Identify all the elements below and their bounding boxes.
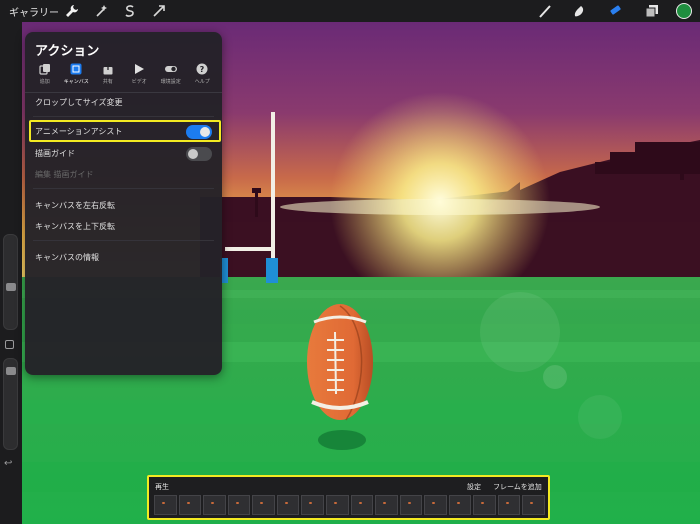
- timeline-frame[interactable]: [276, 495, 300, 515]
- toggle-knob: [188, 149, 198, 159]
- timeline-frame[interactable]: [473, 495, 496, 515]
- tab-share-label: 共有: [102, 79, 113, 85]
- drawing-guide-item: 描画ガイド: [25, 144, 222, 164]
- eraser-icon[interactable]: [606, 2, 624, 20]
- eyedropper-square-icon[interactable]: [5, 340, 14, 349]
- canvas-info-label: キャンバスの情報: [35, 253, 99, 262]
- divider: [33, 240, 214, 241]
- timeline-frame[interactable]: [350, 495, 374, 515]
- tab-help-label: ヘルプ: [194, 79, 210, 85]
- color-swatch-button[interactable]: [676, 3, 692, 19]
- timeline-frame[interactable]: [227, 495, 251, 515]
- tab-video-label: ビデオ: [131, 79, 147, 85]
- tab-canvas-label: キャンバス: [63, 79, 89, 85]
- share-icon: [101, 62, 115, 76]
- timeline-frame[interactable]: [424, 495, 447, 515]
- divider: [33, 116, 214, 117]
- opacity-slider-knob[interactable]: [6, 367, 16, 375]
- edit-drawing-guide-label: 編集 描画ガイド: [35, 170, 94, 179]
- timeline-frame[interactable]: [522, 495, 545, 515]
- crop-resize-label: クロップしてサイズ変更: [35, 98, 123, 107]
- video-play-icon: [132, 62, 146, 76]
- timeline-frame[interactable]: [154, 495, 177, 515]
- timeline-frame[interactable]: [448, 495, 472, 515]
- top-toolbar: ギャラリー: [0, 0, 700, 22]
- actions-panel: アクション 追加 キャンバス 共有 ビデオ 環境設定 ? ヘルプ クロップしてサ…: [25, 32, 222, 375]
- flip-horizontal-label: キャンバスを左右反転: [35, 201, 115, 210]
- tab-add-label: 追加: [39, 79, 50, 85]
- timeline-frame[interactable]: [325, 495, 349, 515]
- brush-icon[interactable]: [536, 2, 554, 20]
- animation-timeline: 再生 設定 フレームを追加: [147, 475, 550, 520]
- edit-drawing-guide-item: 編集 描画ガイド: [25, 165, 222, 185]
- timeline-frame[interactable]: [178, 495, 202, 515]
- gallery-button[interactable]: ギャラリー: [9, 4, 59, 19]
- add-icon: [38, 62, 52, 76]
- tab-preferences-label: 環境設定: [160, 79, 181, 85]
- help-icon: ?: [195, 62, 209, 76]
- timeline-settings-button[interactable]: 設定: [467, 482, 481, 492]
- divider: [33, 188, 214, 189]
- tab-help[interactable]: ? ヘルプ: [187, 62, 219, 88]
- flip-vertical-item[interactable]: キャンバスを上下反転: [25, 217, 222, 237]
- timeline-frame[interactable]: [497, 495, 521, 515]
- smudge-icon[interactable]: [570, 2, 588, 20]
- undo-icon[interactable]: ↩: [4, 458, 12, 469]
- panel-title: アクション: [35, 44, 100, 59]
- flip-horizontal-item[interactable]: キャンバスを左右反転: [25, 196, 222, 216]
- drawing-guide-toggle[interactable]: [186, 147, 212, 161]
- timeline-frame[interactable]: [399, 495, 423, 515]
- canvas-icon: [69, 62, 83, 76]
- transform-arrow-icon[interactable]: [150, 2, 168, 20]
- tab-add[interactable]: 追加: [29, 62, 61, 88]
- animation-assist-highlight: [29, 120, 221, 142]
- timeline-frame[interactable]: [252, 495, 275, 515]
- canvas-info-item[interactable]: キャンバスの情報: [25, 248, 222, 268]
- timeline-frame[interactable]: [301, 495, 324, 515]
- add-frame-button[interactable]: フレームを追加: [493, 482, 542, 492]
- brush-size-slider-knob[interactable]: [6, 283, 16, 291]
- tab-canvas[interactable]: キャンバス: [61, 62, 93, 88]
- timeline-frames: [154, 495, 545, 515]
- magic-wand-icon[interactable]: [92, 2, 110, 20]
- selection-s-icon[interactable]: [121, 2, 139, 20]
- flip-vertical-label: キャンバスを上下反転: [35, 222, 115, 231]
- crop-resize-item[interactable]: クロップしてサイズ変更: [25, 93, 222, 113]
- drawing-guide-label: 描画ガイド: [35, 149, 75, 158]
- timeline-frame[interactable]: [203, 495, 226, 515]
- tab-preferences[interactable]: 環境設定: [155, 62, 187, 88]
- opacity-slider[interactable]: [3, 358, 18, 450]
- actions-tabs: 追加 キャンバス 共有 ビデオ 環境設定 ? ヘルプ: [29, 62, 218, 88]
- svg-text:?: ?: [200, 65, 205, 74]
- tab-share[interactable]: 共有: [92, 62, 124, 88]
- preferences-toggle-icon: [164, 62, 178, 76]
- layers-icon[interactable]: [643, 2, 661, 20]
- left-sidebar: ↩: [0, 22, 22, 524]
- brush-size-slider[interactable]: [3, 234, 18, 330]
- tab-video[interactable]: ビデオ: [124, 62, 156, 88]
- play-button[interactable]: 再生: [155, 482, 169, 492]
- timeline-frame[interactable]: [375, 495, 398, 515]
- wrench-icon[interactable]: [63, 2, 81, 20]
